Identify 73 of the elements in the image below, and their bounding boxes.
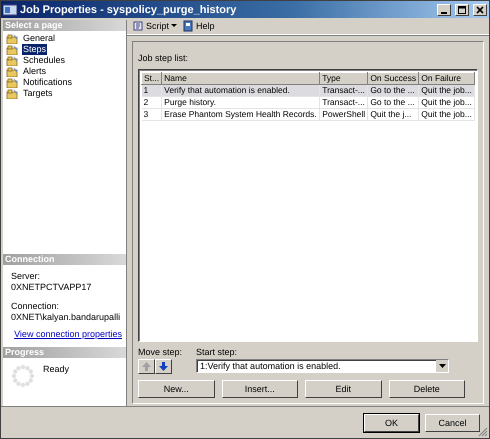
script-button[interactable]: Script: [131, 20, 178, 32]
connection-label: Connection:: [11, 301, 60, 312]
start-step-dropdown[interactable]: 1:Verify that automation is enabled.: [196, 359, 450, 373]
table-cell: Verify that automation is enabled.: [162, 84, 320, 96]
page-icon: [6, 66, 19, 76]
table-cell: Erase Phantom System Health Records.: [162, 108, 320, 120]
page-item[interactable]: Alerts: [22, 66, 48, 77]
column-header[interactable]: On Failure: [418, 72, 474, 84]
table-cell: 1: [142, 84, 162, 96]
minimize-button[interactable]: [437, 4, 451, 16]
progress-status: Ready: [43, 364, 70, 376]
section-header: Connection: [3, 254, 126, 265]
table-cell: Go to the ...: [368, 96, 419, 108]
maximize-icon: [458, 6, 466, 14]
spinner-icon: [11, 364, 35, 388]
caret-icon: [171, 24, 178, 28]
table-cell: Quit the job...: [418, 108, 474, 120]
step-row[interactable]: 3 Erase Phantom System Health Records. PowerShell Quit the j... Quit the job...: [142, 108, 474, 120]
table-cell: 2: [142, 96, 162, 108]
step-action-button[interactable]: Insert...: [222, 380, 298, 398]
page-icon: [6, 78, 19, 88]
table-cell: Go to the ...: [368, 84, 419, 96]
down-arrow-icon: [159, 362, 168, 371]
table-cell: Quit the j...: [368, 108, 419, 120]
table-cell: 3: [142, 108, 162, 120]
page-item[interactable]: Schedules: [22, 55, 66, 66]
column-header[interactable]: St...: [142, 72, 162, 84]
view-connection-link[interactable]: View connection properties: [14, 329, 122, 340]
close-button[interactable]: [473, 4, 487, 16]
page-icon: [6, 44, 19, 54]
step-list-label: Job step list:: [138, 52, 190, 64]
resize-grip-icon: [478, 427, 488, 437]
section-header: Select a page: [3, 20, 126, 31]
maximize-button[interactable]: [455, 4, 469, 16]
page-item[interactable]: General: [22, 33, 56, 44]
page-icon: [6, 88, 19, 98]
step-row[interactable]: 2 Purge history. Transact-... Go to the ... Quit the job...: [142, 96, 474, 108]
column-header[interactable]: Name: [162, 72, 320, 84]
column-header[interactable]: On Success: [368, 72, 419, 84]
page-icon: [6, 34, 19, 44]
page-item[interactable]: Notifications: [22, 77, 74, 88]
step-action-button[interactable]: Delete: [388, 380, 465, 398]
move-step-label: Move step:: [138, 347, 182, 357]
step-action-button[interactable]: New...: [138, 380, 214, 398]
connection-user: 0XNET\kalyan.bandarupalli: [11, 312, 122, 323]
step-row[interactable]: 1 Verify that automation is enabled. Transact-... Go to the ... Quit the job...: [142, 84, 474, 96]
table-cell: Quit the job...: [418, 84, 474, 96]
page-item[interactable]: Targets: [22, 88, 54, 99]
up-arrow-icon: [142, 362, 151, 371]
page-icon: [6, 56, 19, 66]
app-icon: [3, 4, 17, 16]
step-action-button[interactable]: Edit: [305, 380, 382, 398]
window-title: Job Properties - syspolicy_purge_history: [20, 4, 238, 16]
page-item[interactable]: Steps: [22, 44, 48, 55]
table-cell: PowerShell: [320, 108, 368, 120]
book-icon: [183, 20, 194, 32]
scroll-icon: [132, 20, 144, 32]
server-name: 0XNETPCTVAPP17: [11, 282, 92, 293]
section-header: Progress: [3, 347, 126, 358]
start-step-label: Start step:: [196, 347, 238, 357]
table-cell: Transact-...: [320, 84, 368, 96]
server-label: Server:: [11, 271, 42, 282]
minimize-icon: [441, 12, 447, 14]
dialog-button[interactable]: OK: [364, 414, 419, 432]
table-cell: Transact-...: [320, 96, 368, 108]
dialog-button[interactable]: Cancel: [425, 414, 480, 432]
move-down-button[interactable]: [155, 359, 172, 374]
table-cell: Quit the job...: [418, 96, 474, 108]
close-icon: [476, 6, 484, 14]
column-header[interactable]: Type: [320, 72, 368, 84]
help-button[interactable]: Help: [182, 20, 216, 32]
dropdown-arrow-icon: [438, 364, 446, 368]
table-cell: Purge history.: [162, 96, 320, 108]
